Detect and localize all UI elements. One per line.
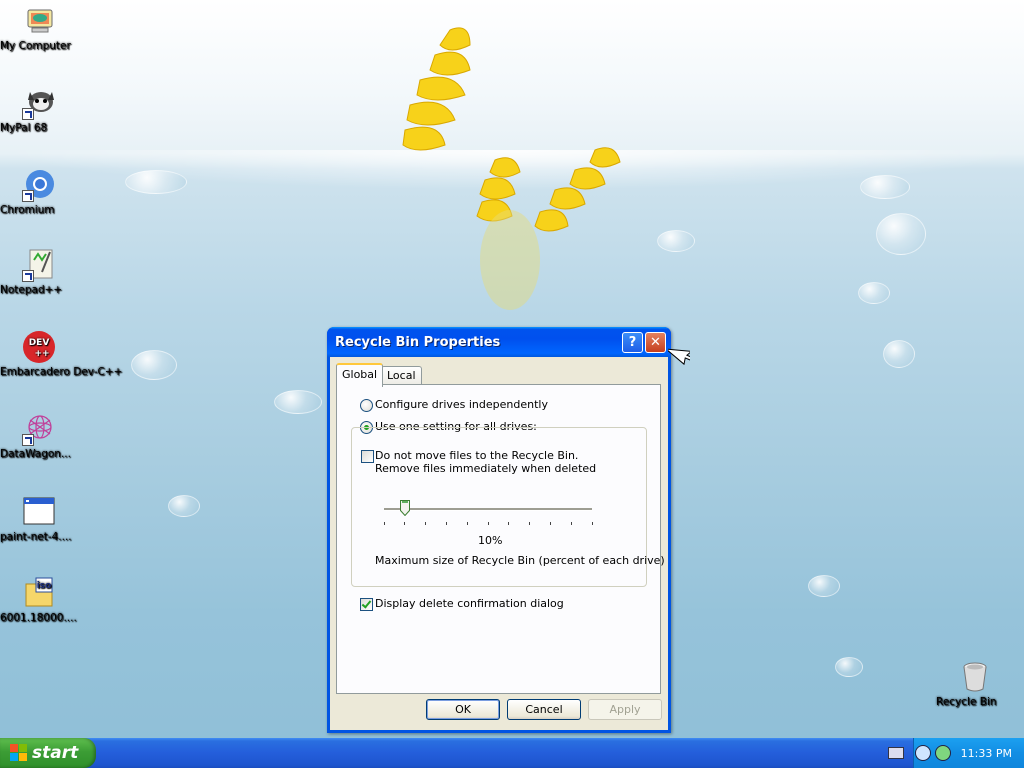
wallpaper-bubble [858,282,890,304]
confirm-dialog-label[interactable]: Display delete confirmation dialog [375,597,564,610]
desktop-icon-dev-cpp[interactable]: DEV ++ Embarcadero Dev-C++ [0,330,122,378]
wallpaper-bubble [808,575,840,597]
wallpaper-bubble [125,170,187,194]
ok-button[interactable]: OK [426,699,500,720]
slider-tick [508,522,510,525]
slider-tick [383,522,385,525]
slider-value-label: 10% [478,534,503,547]
keyboard-icon[interactable] [888,747,904,759]
close-icon: ✕ [650,335,661,350]
desktop-icon-iso[interactable]: iso 6001.18000.... [0,576,78,624]
slider-tick [591,522,593,525]
desktop-icon-chromium[interactable]: Chromium [0,168,78,216]
shortcut-arrow-icon [22,270,34,282]
start-button[interactable]: start [0,738,96,768]
wallpaper-bubble [860,175,910,199]
taskbar: start 11:33 PM [0,738,1024,768]
slider-tick [549,522,551,525]
max-size-slider-thumb[interactable] [399,500,410,516]
slider-track[interactable] [384,508,592,511]
apply-button[interactable]: Apply [588,699,662,720]
dialog-client-area: Global Local Disk (C:) Configure drives … [330,357,668,730]
slider-tick [529,522,531,525]
wallpaper-bubble [274,390,322,414]
slider-tick [466,522,468,525]
slider-tick [487,522,489,525]
slider-tick [445,522,447,525]
wallpaper-bubble [876,213,926,255]
desktop-icon-paint-net[interactable]: paint-net-4.... [0,495,78,543]
wallpaper-bubble [835,657,863,677]
do-not-move-checkbox[interactable] [361,450,374,463]
shortcut-arrow-icon [22,434,34,446]
wallpaper-bubble [131,350,177,380]
iso-file-icon: iso [22,576,56,610]
dialog-title-bar[interactable]: Recycle Bin Properties ? ✕ [327,327,671,357]
mypal-icon [22,86,56,120]
recycle-bin-icon [958,660,992,694]
confirm-dialog-checkbox[interactable] [360,598,373,611]
desktop-icon-datawagon[interactable]: DataWagon... [0,412,78,460]
help-button[interactable]: ? [622,332,643,353]
wallpaper-pasta [402,27,621,310]
all-drives-settings-group: Do not move files to the Recycle Bin. Re… [351,427,665,587]
shortcut-arrow-icon [22,190,34,202]
help-icon: ? [628,335,637,350]
system-tray: 11:33 PM [913,738,1024,768]
recycle-bin-properties-dialog: Recycle Bin Properties ? ✕ Global Local … [327,327,671,733]
svg-text:++: ++ [34,349,49,359]
slider-tick [404,522,406,525]
datawagon-icon [22,412,56,446]
desktop-icon-recycle-bin[interactable]: Recycle Bin [936,660,1014,708]
desktop-icon-mypal[interactable]: MyPal 68 [0,86,78,134]
dialog-title: Recycle Bin Properties [335,335,501,350]
tab-global[interactable]: Global [336,363,384,387]
notepad-plus-plus-icon [22,248,56,282]
configure-independently-label[interactable]: Configure drives independently [375,398,548,411]
taskbar-clock[interactable]: 11:33 PM [961,747,1012,760]
cancel-button[interactable]: Cancel [507,699,581,720]
mouse-cursor-icon [668,348,690,366]
slider-tick [570,522,572,525]
paint-net-icon [22,495,56,529]
my-computer-icon [22,4,56,38]
windows-flag-icon [10,744,28,762]
iso-badge-text: iso [37,581,52,591]
do-not-move-label-line1[interactable]: Do not move files to the Recycle Bin. [375,449,578,462]
desktop-icon-my-computer[interactable]: My Computer [0,4,78,52]
security-shield-icon[interactable] [934,745,951,761]
wallpaper-bubble [883,340,915,368]
dev-cpp-icon: DEV ++ [22,330,56,364]
desktop-icon-notepad-plus-plus[interactable]: Notepad++ [0,248,78,296]
network-icon[interactable] [914,745,931,761]
slider-caption: Maximum size of Recycle Bin (percent of … [375,554,665,567]
tab-panel-global: Configure drives independently Use one s… [336,384,665,694]
chromium-icon [22,168,56,202]
do-not-move-label-line2: Remove files immediately when deleted [375,462,597,475]
start-label: start [32,743,79,763]
slider-tick [425,522,427,525]
wallpaper-bubble [168,495,200,517]
configure-independently-radio[interactable] [360,399,373,412]
shortcut-arrow-icon [22,108,34,120]
tab-local-disk-c[interactable]: Local Disk (C:) [381,366,422,418]
wallpaper-bubble [657,230,695,252]
close-button[interactable]: ✕ [645,332,666,353]
dev-badge-text: DEV [29,338,50,348]
